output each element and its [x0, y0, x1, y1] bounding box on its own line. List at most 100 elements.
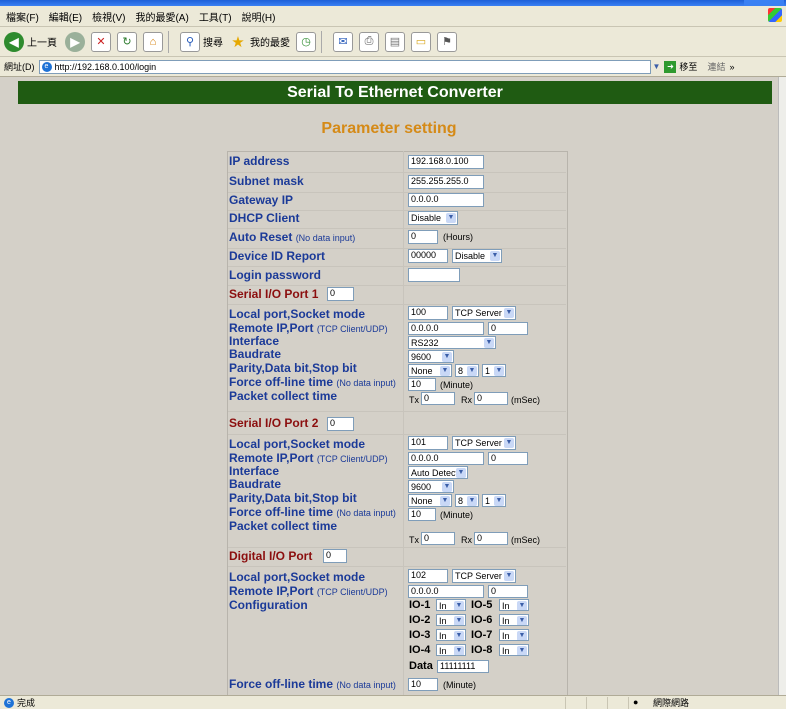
chevron-down-icon[interactable]: ▼: [504, 308, 514, 318]
search-icon[interactable]: ⚲: [180, 31, 200, 52]
port2-baudrate-select[interactable]: 9600 ▼: [408, 480, 454, 493]
menu-view[interactable]: 檢視(V): [92, 9, 125, 24]
ip-address-input[interactable]: 192.168.0.100: [408, 155, 484, 169]
auto-reset-input[interactable]: 0: [408, 230, 438, 244]
port1-local-port-input[interactable]: 100: [408, 306, 448, 320]
port1-remote-port-input[interactable]: 0: [488, 322, 528, 335]
dhcp-client-select[interactable]: Disable ▼: [408, 211, 458, 225]
digital-data-input[interactable]: 11111111: [437, 660, 489, 673]
menu-favorites[interactable]: 我的最愛(A): [135, 9, 188, 24]
search-button-label[interactable]: 搜尋: [203, 34, 223, 49]
chevron-down-icon[interactable]: ▼: [517, 631, 527, 640]
digital-local-port-input[interactable]: 102: [408, 569, 448, 583]
login-password-input[interactable]: [408, 268, 460, 282]
port2-databits-select[interactable]: 8 ▼: [455, 494, 479, 507]
stop-icon[interactable]: ✕: [91, 31, 111, 52]
port2-tx-input[interactable]: 0: [421, 532, 455, 545]
forward-arrow-icon[interactable]: ▶: [65, 31, 85, 52]
chevron-down-icon[interactable]: ▼: [442, 352, 452, 362]
io-6-select[interactable]: In ▼: [499, 614, 529, 626]
digital-force-offline-input[interactable]: 10: [408, 678, 438, 691]
url-input[interactable]: e http://192.168.0.100/login: [38, 59, 651, 74]
chevron-down-icon[interactable]: ▼: [490, 251, 500, 261]
io-4-select[interactable]: In ▼: [436, 644, 466, 656]
port1-force-offline-input[interactable]: 10: [408, 378, 436, 391]
chevron-down-icon[interactable]: ▼: [454, 631, 464, 640]
go-button-label[interactable]: 移至: [679, 60, 697, 73]
port1-parity-select[interactable]: None ▼: [408, 364, 452, 377]
port1-socket-mode-select[interactable]: TCP Server ▼: [452, 306, 516, 320]
port1-remote-ip-input[interactable]: 0.0.0.0: [408, 322, 484, 335]
vertical-scrollbar[interactable]: [778, 77, 786, 695]
chevron-down-icon[interactable]: ▼: [440, 366, 450, 376]
menu-file[interactable]: 檔案(F): [6, 9, 39, 24]
io-2-select[interactable]: In ▼: [436, 614, 466, 626]
favorites-star-icon[interactable]: ★: [229, 33, 247, 51]
io-8-select[interactable]: In ▼: [499, 644, 529, 656]
port2-parity-select[interactable]: None ▼: [408, 494, 452, 507]
home-icon[interactable]: ⌂: [143, 31, 163, 52]
port2-socket-mode-select[interactable]: TCP Server ▼: [452, 436, 516, 450]
digital-remote-port-input[interactable]: 0: [488, 585, 528, 598]
io-5-select[interactable]: In ▼: [499, 599, 529, 611]
chevron-down-icon[interactable]: ▼: [517, 616, 527, 625]
digital-remote-ip-input[interactable]: 0.0.0.0: [408, 585, 484, 598]
chevron-down-icon[interactable]: ▼: [494, 496, 504, 506]
chevron-down-icon[interactable]: ▼: [494, 366, 504, 376]
mail-icon[interactable]: ✉: [333, 31, 353, 52]
port1-databits-select[interactable]: 8 ▼: [455, 364, 479, 377]
port1-interface-select[interactable]: RS232 ▼: [408, 336, 496, 349]
serial-port-1-number-input[interactable]: 0: [327, 287, 354, 301]
go-arrow-icon[interactable]: ➜: [664, 60, 677, 73]
port1-tx-input[interactable]: 0: [421, 392, 455, 405]
chevron-down-icon[interactable]: ▼: [440, 496, 450, 506]
serial-port-2-number-input[interactable]: 0: [327, 417, 354, 431]
port1-stopbits-select[interactable]: 1 ▼: [482, 364, 506, 377]
port2-remote-port-input[interactable]: 0: [488, 452, 528, 465]
print-icon[interactable]: ⎙: [359, 31, 379, 52]
toolbar-chevron-icon[interactable]: »: [729, 62, 734, 72]
chevron-down-icon[interactable]: ▼: [446, 213, 456, 223]
io-7-select[interactable]: In ▼: [499, 629, 529, 641]
digital-socket-mode-select[interactable]: TCP Server ▼: [452, 569, 516, 583]
device-id-mode-select[interactable]: Disable ▼: [452, 249, 502, 263]
menu-help[interactable]: 說明(H): [242, 9, 276, 24]
io-3-select[interactable]: In ▼: [436, 629, 466, 641]
subnet-mask-input[interactable]: 255.255.255.0: [408, 175, 484, 189]
port2-force-offline-input[interactable]: 10: [408, 508, 436, 521]
favorites-button-label[interactable]: 我的最愛: [250, 34, 290, 49]
chevron-down-icon[interactable]: ▼: [454, 616, 464, 625]
gateway-ip-input[interactable]: 0.0.0.0: [408, 193, 484, 207]
port2-rx-input[interactable]: 0: [474, 532, 508, 545]
chevron-down-icon[interactable]: ▼: [467, 366, 477, 376]
chevron-down-icon[interactable]: ▼: [517, 646, 527, 655]
io-1-select[interactable]: In ▼: [436, 599, 466, 611]
port2-remote-ip-input[interactable]: 0.0.0.0: [408, 452, 484, 465]
chevron-down-icon[interactable]: ▼: [504, 571, 514, 581]
folder-icon[interactable]: ▭: [411, 31, 431, 52]
edit-icon[interactable]: ▤: [385, 31, 405, 52]
chevron-down-icon[interactable]: ▼: [484, 338, 494, 348]
digital-port-number-input[interactable]: 0: [323, 549, 347, 563]
chevron-down-icon[interactable]: ▼: [517, 601, 527, 610]
chevron-down-icon[interactable]: ▼: [504, 438, 514, 448]
url-dropdown-icon[interactable]: ▼: [653, 62, 661, 71]
menu-tools[interactable]: 工具(T): [199, 9, 232, 24]
port2-stopbits-select[interactable]: 1 ▼: [482, 494, 506, 507]
history-icon[interactable]: ◷: [296, 31, 316, 52]
chevron-down-icon[interactable]: ▼: [467, 496, 477, 506]
chevron-down-icon[interactable]: ▼: [454, 601, 464, 610]
port1-baudrate-select[interactable]: 9600 ▼: [408, 350, 454, 363]
port2-interface-select[interactable]: Auto Detect ▼: [408, 466, 468, 479]
device-id-input[interactable]: 00000: [408, 249, 448, 263]
chevron-down-icon[interactable]: ▼: [456, 468, 466, 478]
back-button-label[interactable]: 上一頁: [27, 34, 57, 49]
menu-edit[interactable]: 編輯(E): [49, 9, 82, 24]
links-label[interactable]: 連結: [707, 60, 725, 73]
chevron-down-icon[interactable]: ▼: [442, 482, 452, 492]
port2-local-port-input[interactable]: 101: [408, 436, 448, 450]
port1-rx-input[interactable]: 0: [474, 392, 508, 405]
messenger-icon[interactable]: ⚑: [437, 31, 457, 52]
chevron-down-icon[interactable]: ▼: [454, 646, 464, 655]
refresh-icon[interactable]: ↻: [117, 31, 137, 52]
